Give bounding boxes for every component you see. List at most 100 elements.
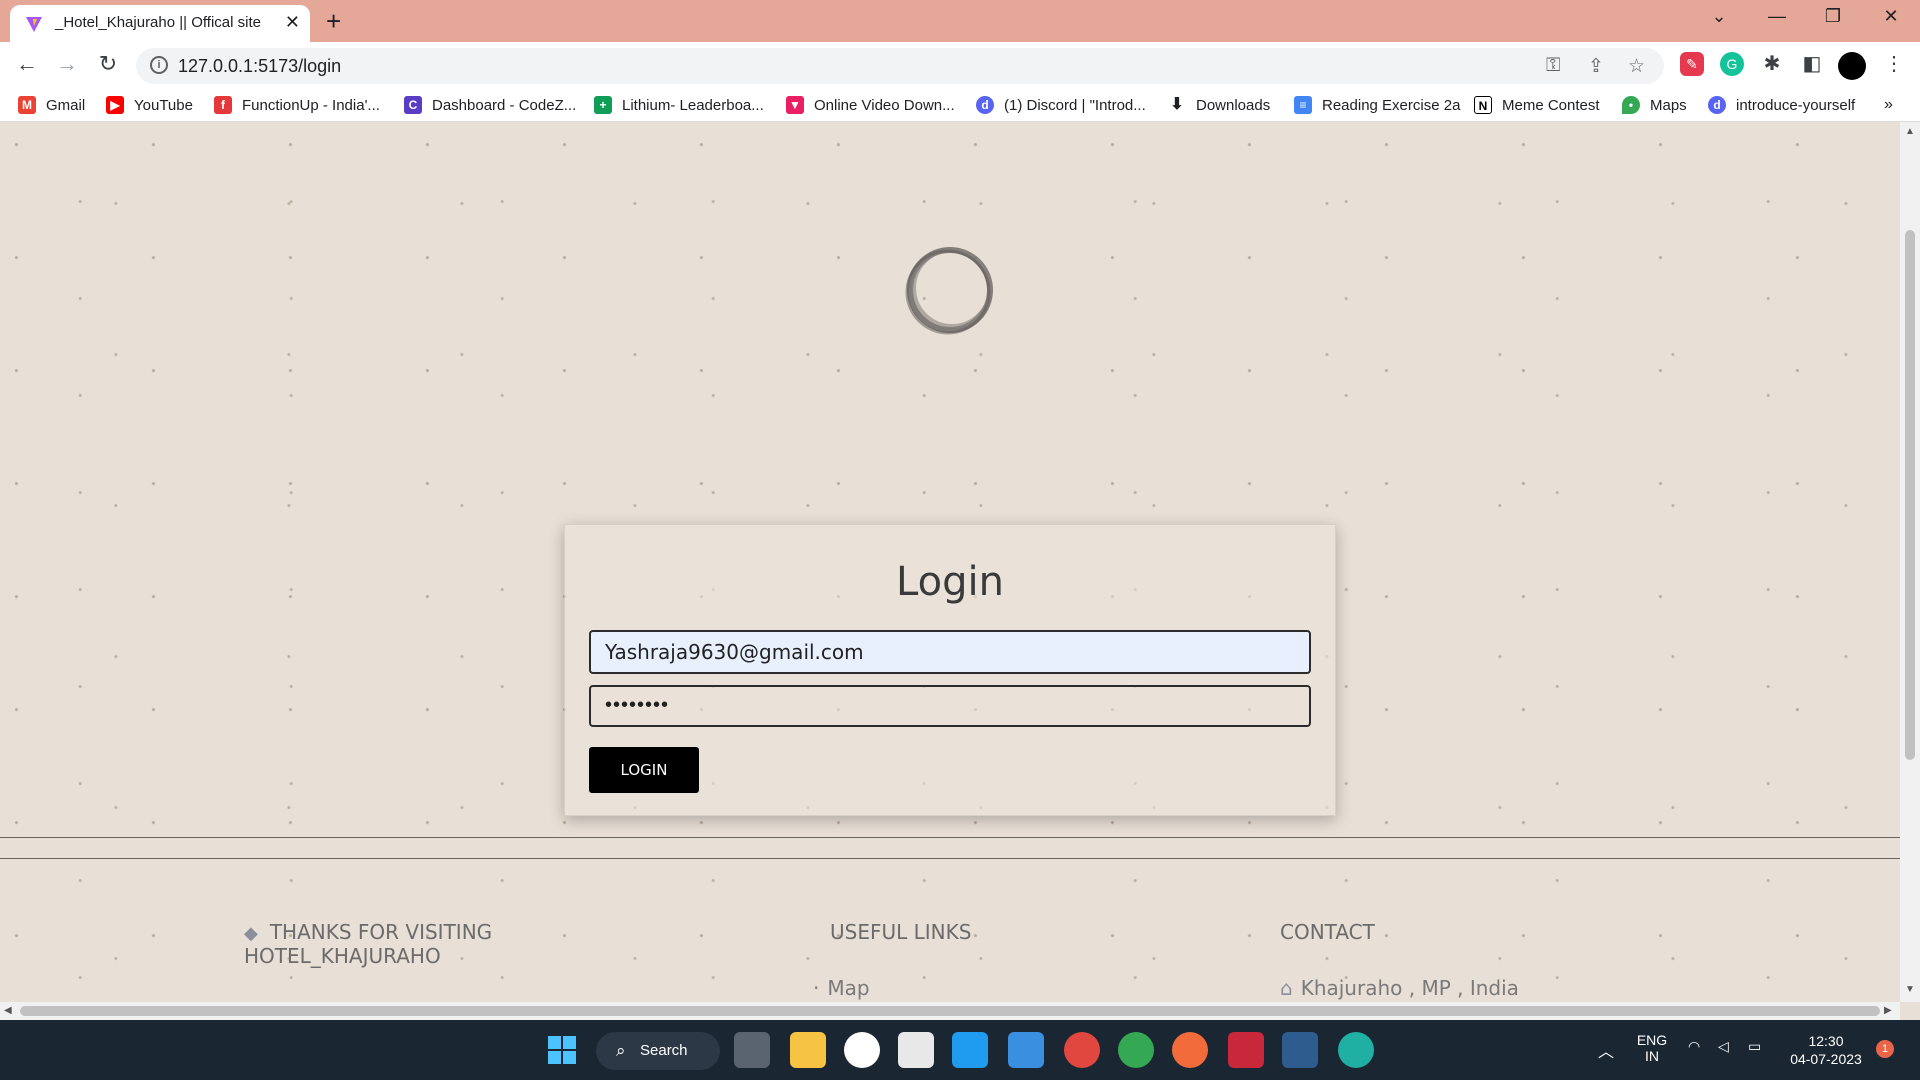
bullet-icon: · xyxy=(813,976,820,1000)
bookmark-discord[interactable]: d (1) Discord | "Introd... xyxy=(976,94,1146,116)
address-bar[interactable]: i 127.0.0.1:5173/login ⚿ ⇪ ☆ xyxy=(136,48,1664,84)
mongodb-compass-icon[interactable] xyxy=(844,1032,880,1068)
screen-recorder-icon[interactable] xyxy=(1228,1032,1264,1068)
grammarly-icon[interactable]: G xyxy=(1720,52,1744,76)
address-url[interactable]: 127.0.0.1:5173/login xyxy=(178,56,341,77)
discord-icon: d xyxy=(976,96,994,114)
bookmark-video-downloader[interactable]: ▼ Online Video Down... xyxy=(786,94,955,116)
horizontal-scroll-thumb[interactable] xyxy=(20,1006,1880,1016)
bookmark-reading-exercise[interactable]: ≡ Reading Exercise 2a xyxy=(1294,94,1460,116)
contact-address: ⌂ Khajuraho , MP , India xyxy=(1280,976,1519,1000)
scroll-down-arrow-icon[interactable]: ▼ xyxy=(1905,984,1915,995)
browser-tab[interactable]: _Hotel_Khajuraho || Offical site ✕ xyxy=(10,5,310,42)
vertical-scrollbar[interactable]: ▲ ▼ xyxy=(1900,122,1920,1002)
task-view-icon[interactable] xyxy=(734,1032,770,1068)
bookmark-label: Maps xyxy=(1650,96,1687,114)
chrome-icon[interactable] xyxy=(1064,1032,1100,1068)
close-tab-icon[interactable]: ✕ xyxy=(285,12,300,33)
video-icon: ▼ xyxy=(786,96,804,114)
bookmark-label: Online Video Down... xyxy=(814,96,955,114)
forward-icon[interactable]: → xyxy=(52,51,82,77)
bookmarks-bar: M Gmail ▶ YouTube f FunctionUp - India'.… xyxy=(0,88,1920,122)
horizontal-scrollbar[interactable]: ◀ ▶ xyxy=(0,1002,1900,1020)
youtube-icon: ▶ xyxy=(106,96,124,114)
file-explorer-icon[interactable] xyxy=(790,1032,826,1068)
tab-title: _Hotel_Khajuraho || Offical site xyxy=(55,14,261,31)
bookmark-codez[interactable]: C Dashboard - CodeZ... xyxy=(404,94,576,116)
extensions-puzzle-icon[interactable]: ✱ xyxy=(1760,52,1784,76)
battery-icon[interactable]: ▭ xyxy=(1748,1038,1761,1055)
bookmark-maps[interactable]: • Maps xyxy=(1622,94,1687,116)
bookmark-star-icon[interactable]: ☆ xyxy=(1628,55,1645,78)
back-icon[interactable]: ← xyxy=(12,51,42,77)
taskbar-search[interactable]: ⌕ Search xyxy=(596,1032,720,1070)
close-window-button[interactable]: ✕ xyxy=(1876,6,1906,27)
diamond-icon: ◆ xyxy=(244,923,258,944)
bookmark-label: Meme Contest xyxy=(1502,96,1600,114)
bookmark-downloads[interactable]: ⬇ Downloads xyxy=(1168,94,1270,116)
bookmark-meme-contest[interactable]: N Meme Contest xyxy=(1474,94,1600,116)
gmail-icon: M xyxy=(18,96,36,114)
tray-chevron-up-icon[interactable]: ︿ xyxy=(1598,1038,1614,1062)
bookmark-label: Downloads xyxy=(1196,96,1271,114)
thanks-line-1: THANKS FOR VISITING xyxy=(269,920,493,944)
new-tab-button[interactable]: + xyxy=(326,6,341,37)
login-title: Login xyxy=(896,559,1004,605)
browser-toolbar: ← → ↻ i 127.0.0.1:5173/login ⚿ ⇪ ☆ ✎ G ✱… xyxy=(0,42,1920,88)
bookmark-introduce-yourself[interactable]: d introduce-yourself xyxy=(1708,94,1855,116)
wifi-icon[interactable]: ◠ xyxy=(1688,1038,1700,1055)
edge-icon[interactable] xyxy=(1338,1032,1374,1068)
bookmark-label: Dashboard - CodeZ... xyxy=(432,96,577,114)
profile-avatar[interactable] xyxy=(1838,52,1866,80)
reload-icon[interactable]: ↻ xyxy=(93,51,123,77)
bookmark-lithium[interactable]: + Lithium- Leaderboa... xyxy=(594,94,764,116)
volume-icon[interactable]: ◁ xyxy=(1718,1038,1729,1055)
share-icon[interactable]: ⇪ xyxy=(1588,55,1604,78)
taskbar-search-label: Search xyxy=(640,1042,688,1059)
bookmark-label: introduce-yourself xyxy=(1736,96,1856,114)
tab-search-chevron-icon[interactable]: ⌄ xyxy=(1704,6,1734,27)
footer-link-label: Map xyxy=(827,976,870,1000)
bookmark-label: Lithium- Leaderboa... xyxy=(622,96,764,114)
more-bookmarks-chevron-icon[interactable]: » xyxy=(1884,94,1893,116)
postman-icon[interactable] xyxy=(1172,1032,1208,1068)
chrome-profile-icon[interactable] xyxy=(1118,1032,1154,1068)
notion-icon: N xyxy=(1474,96,1492,114)
scroll-left-arrow-icon[interactable]: ◀ xyxy=(4,1005,12,1016)
maps-icon: • xyxy=(1622,96,1640,114)
email-field[interactable]: Yashraja9630@gmail.com xyxy=(589,630,1311,674)
password-field[interactable]: •••••••• xyxy=(589,685,1311,727)
discord-icon: d xyxy=(1708,96,1726,114)
extension-red-icon[interactable]: ✎ xyxy=(1680,52,1704,76)
bookmark-functionup[interactable]: f FunctionUp - India'... xyxy=(214,94,380,116)
tab-strip: _Hotel_Khajuraho || Offical site ✕ + ⌄ —… xyxy=(0,0,1920,42)
login-button[interactable]: LOGIN xyxy=(589,747,699,793)
clock-time: 12:30 xyxy=(1808,1033,1844,1049)
search-icon: ⌕ xyxy=(616,1041,626,1060)
vertical-scroll-thumb[interactable] xyxy=(1905,230,1915,760)
restore-button[interactable]: ❐ xyxy=(1818,6,1848,27)
login-form: Login Yashraja9630@gmail.com •••••••• LO… xyxy=(564,524,1336,816)
side-panel-icon[interactable]: ◧ xyxy=(1800,52,1824,76)
mysql-workbench-icon[interactable] xyxy=(1282,1032,1318,1068)
windows-start-icon[interactable] xyxy=(544,1032,580,1068)
lang-line-2: IN xyxy=(1645,1048,1659,1064)
clock[interactable]: 12:30 04-07-2023 xyxy=(1784,1032,1868,1068)
minimize-button[interactable]: — xyxy=(1762,6,1792,27)
mail-icon[interactable] xyxy=(1008,1032,1044,1068)
menu-kebab-icon[interactable]: ⋮ xyxy=(1882,52,1906,76)
home-icon: ⌂ xyxy=(1280,976,1293,1000)
bookmark-gmail[interactable]: M Gmail xyxy=(18,94,85,116)
language-indicator[interactable]: ENG IN xyxy=(1636,1032,1668,1064)
notification-badge[interactable]: 1 xyxy=(1876,1040,1894,1058)
scroll-up-arrow-icon[interactable]: ▲ xyxy=(1905,126,1915,137)
microsoft-store-icon[interactable] xyxy=(898,1032,934,1068)
site-info-icon[interactable]: i xyxy=(150,56,168,74)
footer-thanks: ◆ THANKS FOR VISITING xyxy=(244,920,492,944)
key-icon[interactable]: ⚿ xyxy=(1546,55,1560,77)
footer-link-map[interactable]: · Map xyxy=(813,976,870,1000)
scroll-right-arrow-icon[interactable]: ▶ xyxy=(1884,1005,1892,1016)
bookmark-youtube[interactable]: ▶ YouTube xyxy=(106,94,193,116)
contact-address-text: Khajuraho , MP , India xyxy=(1300,976,1519,1000)
vscode-icon[interactable] xyxy=(952,1032,988,1068)
